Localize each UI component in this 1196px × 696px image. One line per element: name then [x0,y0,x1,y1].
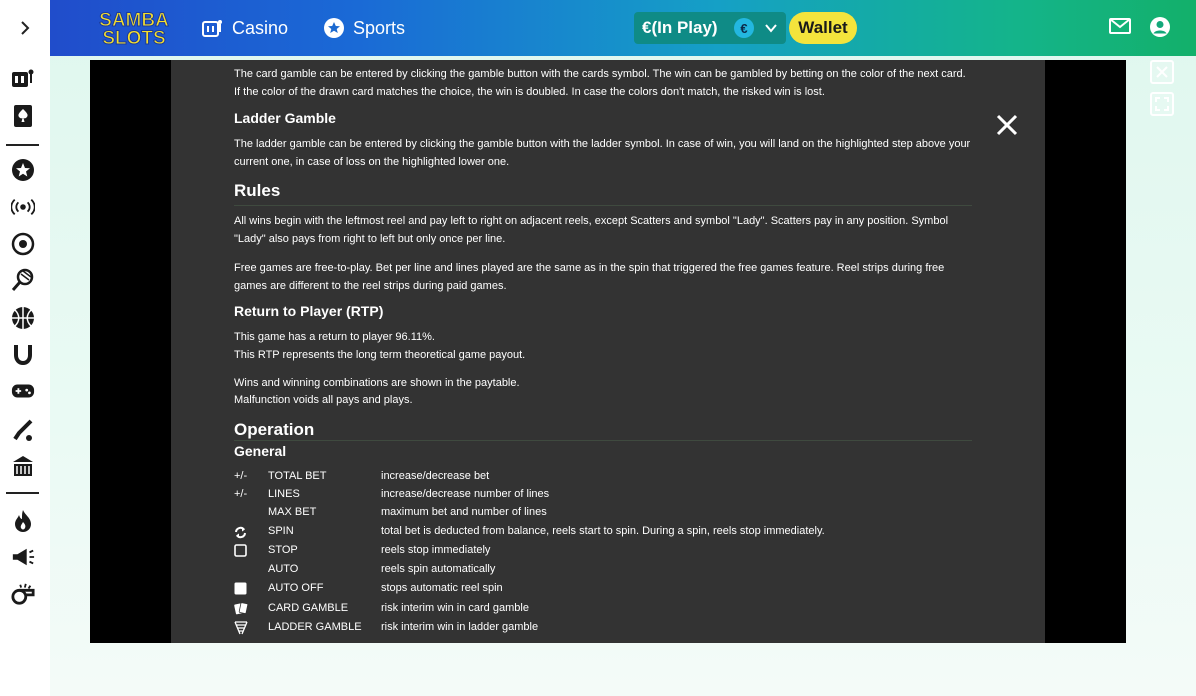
control-desc: reels spin automatically [381,563,496,575]
mail-icon[interactable] [1109,17,1131,40]
control-key: CARD GAMBLE [268,602,349,614]
rules-heading: Rules [234,181,281,200]
control-key: AUTO OFF [268,582,324,594]
control-row: STOP reels stop immediately [234,544,974,562]
control-desc: risk interim win in ladder gamble [381,621,539,633]
control-desc: maximum bet and number of lines [381,506,547,518]
horseshoe-icon[interactable] [11,342,35,366]
currency-chip: € [734,18,754,38]
control-symbol: +/- [234,470,248,482]
cricket-icon[interactable] [11,419,35,443]
balance-label: €(In Play) [642,18,718,37]
control-desc: stops automatic reel spin [381,582,503,594]
star-icon[interactable] [11,158,35,182]
control-key: SPIN [268,525,294,537]
user-account-icon[interactable] [1149,16,1171,43]
casino-table-icon[interactable] [11,454,35,478]
wallet-button[interactable]: Wallet [789,12,857,44]
expand-sidebar-button[interactable] [0,0,50,56]
close-help-icon[interactable] [996,114,1018,136]
control-desc: risk interim win in card gamble [381,602,529,614]
control-desc: reels stop immediately [381,544,491,556]
nav-casino-label: Casino [232,17,289,38]
fire-icon[interactable] [11,509,35,533]
rtp-line-1: This game has a return to player 96.11%. [234,331,435,343]
cards-icon [234,602,254,618]
whistle-icon[interactable] [11,582,35,606]
control-key: LADDER GAMBLE [268,621,362,633]
close-game-button[interactable] [1150,60,1174,84]
gamepad-icon[interactable] [11,379,35,403]
control-key: TOTAL BET [268,470,327,482]
control-desc: increase/decrease number of lines [381,488,550,500]
stop-square-icon [234,544,254,560]
rtp-line-2: This RTP represents the long term theore… [234,349,526,361]
soccer-ball-icon[interactable] [11,232,35,256]
general-heading: General [234,443,287,459]
control-desc: total bet is deducted from balance, reel… [381,525,825,537]
rules-text-2: Free games are free-to-play. Bet per lin… [234,262,945,292]
control-row: AUTO OFF stops automatic reel spin [234,582,974,600]
slot-machine-icon [202,18,224,38]
section-divider [234,205,972,206]
fullscreen-button[interactable] [1150,92,1174,116]
control-key: STOP [268,544,298,556]
control-row: LADDER GAMBLE risk interim win in ladder… [234,621,974,639]
control-desc: increase/decrease bet [381,470,490,482]
fullscreen-icon [1155,97,1169,111]
chevron-right-icon [21,21,30,35]
control-row: AUTO reels spin automatically [234,563,974,581]
control-key: AUTO [268,563,299,575]
top-bar: SAMBA SLOTS Casino Sports €(In Play) € W… [0,0,1196,56]
control-row: MAX BET maximum bet and number of lines [234,506,974,524]
chevron-down-icon [764,20,778,40]
control-row: SPIN total bet is deducted from balance,… [234,525,974,543]
section-divider [234,440,972,441]
soccer-star-icon [323,17,345,39]
control-row: CARD GAMBLE risk interim win in card gam… [234,602,974,620]
wins-line-2: Malfunction voids all pays and plays. [234,394,413,406]
spade-card-icon[interactable] [11,104,35,128]
nav-sports-label: Sports [353,17,406,38]
operation-heading: Operation [234,420,315,439]
control-key: MAX BET [268,506,317,518]
ladder-icon [234,621,254,638]
game-frame: The card gamble can be entered by clicki… [90,60,1126,643]
ladder-gamble-text: The ladder gamble can be entered by clic… [234,138,971,168]
svg-text:SLOTS: SLOTS [102,28,165,48]
card-gamble-text: The card gamble can be entered by clicki… [234,68,966,98]
close-icon [1156,66,1168,78]
rules-text-1: All wins begin with the leftmost reel an… [234,215,949,245]
nav-casino[interactable]: Casino [202,14,288,42]
tennis-icon[interactable] [11,268,35,292]
slot-machine-icon[interactable] [11,66,35,90]
megaphone-icon[interactable] [11,545,35,569]
sidebar-divider [6,492,39,494]
samba-slots-logo[interactable]: SAMBA SLOTS [88,8,180,50]
rtp-heading: Return to Player (RTP) [234,303,384,319]
refresh-icon [234,526,254,542]
control-symbol: +/- [234,488,248,500]
basketball-icon[interactable] [11,306,35,330]
live-signal-icon[interactable] [11,195,35,219]
control-row: +/- TOTAL BET increase/decrease bet [234,470,974,488]
help-panel: The card gamble can be entered by clicki… [171,60,1045,643]
sidebar-divider [6,144,39,146]
ladder-gamble-heading: Ladder Gamble [234,110,336,126]
wins-line-1: Wins and winning combinations are shown … [234,377,520,389]
control-row: +/- LINES increase/decrease number of li… [234,488,974,506]
balance-dropdown[interactable]: €(In Play) € [634,12,786,44]
nav-sports[interactable]: Sports [323,14,405,42]
sidebar [0,56,50,696]
control-key: LINES [268,488,300,500]
auto-off-square-icon [234,582,254,598]
